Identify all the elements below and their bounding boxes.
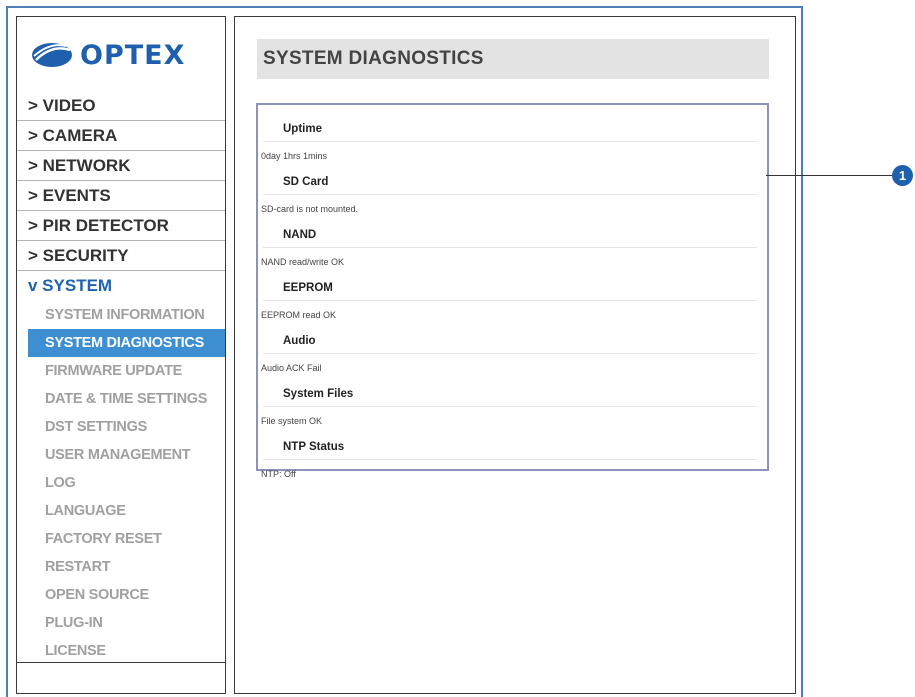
page-title: SYSTEM DIAGNOSTICS bbox=[263, 48, 484, 69]
diag-value-uptime: 0day 1hrs 1mins bbox=[261, 151, 328, 161]
diag-value-eeprom: EEPROM read OK bbox=[261, 310, 337, 320]
diag-value-audio: Audio ACK Fail bbox=[261, 363, 322, 373]
subnav-log[interactable]: LOG bbox=[17, 469, 225, 497]
diag-heading-ntp-status: NTP Status bbox=[263, 435, 757, 460]
diag-heading-system-files: System Files bbox=[263, 382, 757, 407]
diag-heading-sd-card: SD Card bbox=[263, 170, 757, 195]
nav-item-pir-detector[interactable]: > PIR DETECTOR bbox=[17, 211, 225, 241]
main-content: SYSTEM DIAGNOSTICS Uptime 0day 1hrs 1min… bbox=[234, 16, 796, 694]
diag-heading-audio: Audio bbox=[263, 329, 757, 354]
nav-item-system[interactable]: v SYSTEM bbox=[17, 271, 225, 301]
subnav-factory-reset[interactable]: FACTORY RESET bbox=[17, 525, 225, 553]
subnav-firmware-update[interactable]: FIRMWARE UPDATE bbox=[17, 357, 225, 385]
sidebar: OPTEX > VIDEO > CAMERA > NETWORK > EVENT… bbox=[16, 16, 226, 694]
nav-item-security[interactable]: > SECURITY bbox=[17, 241, 225, 271]
subnav-user-management[interactable]: USER MANAGEMENT bbox=[17, 441, 225, 469]
diag-value-ntp-status: NTP: Off bbox=[261, 469, 296, 479]
nav-item-video[interactable]: > VIDEO bbox=[17, 91, 225, 121]
diagnostics-panel: Uptime 0day 1hrs 1mins SD Card SD-card i… bbox=[256, 103, 769, 479]
subnav-language[interactable]: LANGUAGE bbox=[17, 497, 225, 525]
nav-item-network[interactable]: > NETWORK bbox=[17, 151, 225, 181]
subnav-plug-in[interactable]: PLUG-IN bbox=[17, 609, 225, 637]
subnav-dst-settings[interactable]: DST SETTINGS bbox=[17, 413, 225, 441]
callout-number-badge: 1 bbox=[892, 165, 913, 186]
brand-name: OPTEX bbox=[80, 39, 186, 71]
subnav-system-information[interactable]: SYSTEM INFORMATION bbox=[17, 301, 225, 329]
nav-menu: > VIDEO > CAMERA > NETWORK > EVENTS > PI… bbox=[17, 91, 225, 665]
logo: OPTEX bbox=[30, 35, 185, 75]
diag-value-sd-card: SD-card is not mounted. bbox=[261, 204, 359, 214]
page-title-bar: SYSTEM DIAGNOSTICS bbox=[257, 39, 769, 79]
diag-heading-uptime: Uptime bbox=[263, 117, 757, 142]
optex-logo-icon bbox=[32, 43, 72, 67]
system-submenu: SYSTEM INFORMATION SYSTEM DIAGNOSTICS FI… bbox=[17, 301, 225, 665]
subnav-date-time-settings[interactable]: DATE & TIME SETTINGS bbox=[17, 385, 225, 413]
diag-heading-nand: NAND bbox=[263, 223, 757, 248]
callout-leader-line bbox=[766, 175, 892, 176]
subnav-license[interactable]: LICENSE bbox=[17, 637, 225, 665]
subnav-system-diagnostics[interactable]: SYSTEM DIAGNOSTICS bbox=[28, 329, 225, 357]
diag-heading-eeprom: EEPROM bbox=[263, 276, 757, 301]
sidebar-divider bbox=[17, 662, 225, 663]
subnav-open-source[interactable]: OPEN SOURCE bbox=[17, 581, 225, 609]
diag-value-nand: NAND read/write OK bbox=[261, 257, 345, 267]
nav-item-events[interactable]: > EVENTS bbox=[17, 181, 225, 211]
nav-item-camera[interactable]: > CAMERA bbox=[17, 121, 225, 151]
diag-value-system-files: File system OK bbox=[261, 416, 323, 426]
subnav-restart[interactable]: RESTART bbox=[17, 553, 225, 581]
